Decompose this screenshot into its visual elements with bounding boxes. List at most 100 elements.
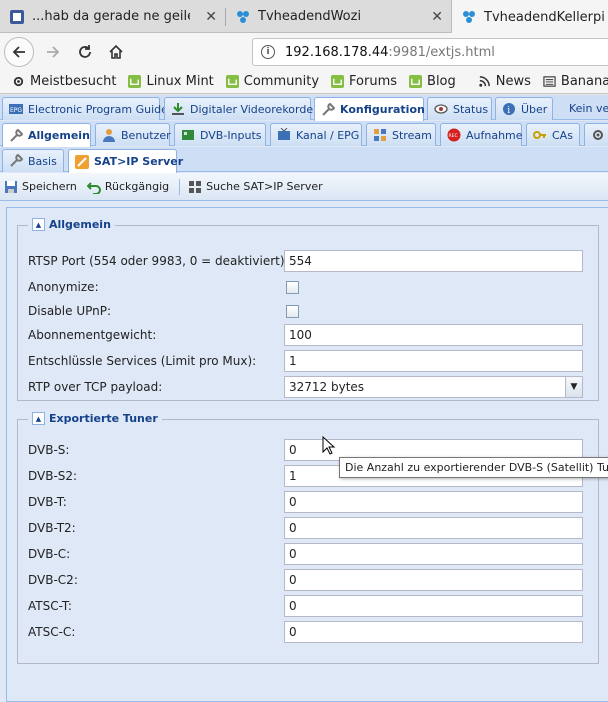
tab-ueber[interactable]: i Über — [495, 97, 553, 120]
rtsp-port-input[interactable] — [284, 250, 583, 272]
tooltip: Die Anzahl zu exportierender DVB-S (Sate… — [339, 457, 608, 478]
tab-dvb-inputs[interactable]: DVB-Inputs — [174, 123, 266, 146]
collapse-icon[interactable]: ▲ — [32, 218, 45, 231]
mouse-cursor-icon — [322, 436, 336, 455]
bookmark-item[interactable]: Forums — [331, 74, 397, 89]
atsc-c-input[interactable] — [284, 621, 583, 643]
tab-label: Stream — [392, 128, 432, 142]
reload-icon — [79, 45, 91, 58]
tab-benutzer[interactable]: Benutzer — [95, 123, 171, 146]
field-label: ATSC-T: — [28, 599, 72, 613]
tab-stream[interactable]: Stream — [366, 123, 436, 146]
reload-button[interactable] — [70, 37, 100, 67]
bookmark-item[interactable]: News — [478, 74, 531, 89]
bookmark-item[interactable]: Linux Mint — [128, 74, 214, 89]
chevron-down-icon[interactable]: ▼ — [565, 377, 582, 397]
tab-epg[interactable]: EPG Electronic Program Guide — [2, 97, 168, 120]
bookmark-label: Meistbesucht — [30, 74, 117, 89]
rtp-payload-select[interactable]: 32712 bytes ▼ — [284, 376, 583, 398]
url-bar[interactable]: i 192.168.178.44:9981/extjs.html — [252, 38, 608, 66]
home-button[interactable] — [101, 37, 131, 67]
eye-icon — [434, 104, 448, 114]
tab-aufnahme[interactable]: REC Aufnahme — [440, 123, 523, 146]
browser-tab[interactable]: ...hab da gerade ne geile Idee ✕ — [0, 0, 225, 33]
field-label: Entschlüssle Services (Limit pro Mux): — [28, 354, 257, 368]
tvheadend-favicon-icon — [463, 11, 475, 23]
field-label: DVB-S: — [28, 443, 70, 457]
config-tab-bar: Allgemein Benutzer DVB-Inputs Kanal / EP… — [0, 121, 608, 147]
stream-icon — [374, 129, 386, 141]
arrow-right-icon — [47, 46, 60, 58]
rec-icon: REC — [447, 128, 461, 142]
browser-tab-title: TvheadendKellerpi — [484, 9, 605, 25]
site-favicon-icon — [10, 9, 24, 24]
browser-tab-active[interactable]: TvheadendKellerpi — [451, 0, 608, 34]
arrow-left-icon — [12, 46, 25, 58]
rtp-payload-value: 32712 bytes — [289, 380, 365, 394]
toolbar-separator — [179, 178, 181, 195]
bookmark-item[interactable]: Blog — [409, 74, 456, 89]
fieldset-exportierte-tuner: ▲ Exportierte Tuner DVB-S: DVB-S2: DVB-T… — [17, 412, 599, 664]
site-info-icon[interactable]: i — [261, 45, 275, 59]
dvb-t2-input[interactable] — [284, 517, 583, 539]
field-label: RTSP Port (554 oder 9983, 0 = deaktivier… — [28, 254, 289, 268]
dvb-c-input[interactable] — [284, 543, 583, 565]
rss-icon — [479, 76, 490, 87]
tab-label: Kanal / EPG — [296, 128, 360, 142]
undo-button[interactable]: Rückgängig — [86, 180, 170, 194]
linux-mint-icon — [225, 75, 239, 88]
linux-mint-icon — [128, 75, 142, 88]
field-label: Disable UPnP: — [28, 304, 112, 318]
atsc-t-input[interactable] — [284, 595, 583, 617]
tab-basis[interactable]: Basis — [2, 149, 64, 172]
collapse-icon[interactable]: ▲ — [32, 412, 45, 425]
browser-tab-title: TvheadendWozi — [258, 9, 362, 24]
tab-more[interactable] — [584, 123, 608, 146]
tab-dvr[interactable]: Digitaler Videorekorder — [164, 97, 318, 120]
dvb-c2-input[interactable] — [284, 569, 583, 591]
dvb-t-input[interactable] — [284, 491, 583, 513]
undo-label: Rückgängig — [104, 180, 170, 193]
tab-label: Digitaler Videorekorder — [190, 102, 318, 116]
field-label: Anonymize: — [28, 280, 99, 294]
close-tab-icon[interactable]: ✕ — [205, 9, 217, 25]
bookmarks-bar: Meistbesucht Linux Mint Community Forums… — [0, 70, 608, 94]
tab-label: Electronic Program Guide — [28, 102, 168, 116]
bookmark-label: Bananaserver — [560, 74, 608, 89]
bookmark-label: Blog — [427, 74, 456, 89]
back-button[interactable] — [4, 37, 34, 67]
page-icon — [543, 76, 556, 87]
fieldset-legend[interactable]: ▲ Exportierte Tuner — [28, 412, 162, 425]
close-tab-icon[interactable]: ✕ — [431, 9, 443, 25]
bookmark-item[interactable]: Bananaserver — [543, 74, 608, 89]
satip-form: ▲ Allgemein RTSP Port (554 oder 9983, 0 … — [6, 207, 608, 702]
tab-label: Konfiguration — [340, 103, 425, 116]
gear-icon — [13, 76, 24, 87]
wrench-icon — [10, 128, 23, 142]
tab-kanal-epg[interactable]: Kanal / EPG — [270, 123, 362, 146]
disable-upnp-checkbox[interactable] — [286, 305, 299, 318]
tab-allgemein[interactable]: Allgemein — [2, 123, 91, 147]
tab-cas[interactable]: CAs — [526, 123, 580, 146]
bookmark-item[interactable]: Meistbesucht — [12, 74, 116, 89]
forward-button[interactable] — [38, 37, 68, 67]
bookmark-label: Forums — [349, 74, 398, 89]
field-label: DVB-C: — [28, 547, 71, 561]
tab-status[interactable]: Status — [427, 97, 492, 120]
tab-label: CAs — [552, 128, 573, 142]
tab-label: DVB-Inputs — [200, 128, 262, 142]
descramble-limit-input[interactable] — [284, 350, 583, 372]
save-button[interactable]: Speichern — [4, 180, 77, 194]
bookmark-item[interactable]: Community — [225, 74, 319, 89]
fieldset-legend[interactable]: ▲ Allgemein — [28, 218, 115, 231]
tab-label: Status — [453, 102, 489, 116]
search-satip-button[interactable]: Suche SAT>IP Server — [188, 180, 323, 194]
anonymize-checkbox[interactable] — [286, 281, 299, 294]
subscription-weight-input[interactable] — [284, 324, 583, 346]
info-icon: i — [503, 103, 515, 116]
tab-satip-server[interactable]: SAT>IP Server — [68, 149, 183, 173]
tvheadend-page: EPG Electronic Program Guide Digitaler V… — [0, 95, 608, 702]
tab-konfiguration[interactable]: Konfiguration — [314, 97, 425, 121]
field-label: DVB-C2: — [28, 573, 78, 587]
browser-tab[interactable]: TvheadendWozi ✕ — [226, 0, 451, 33]
